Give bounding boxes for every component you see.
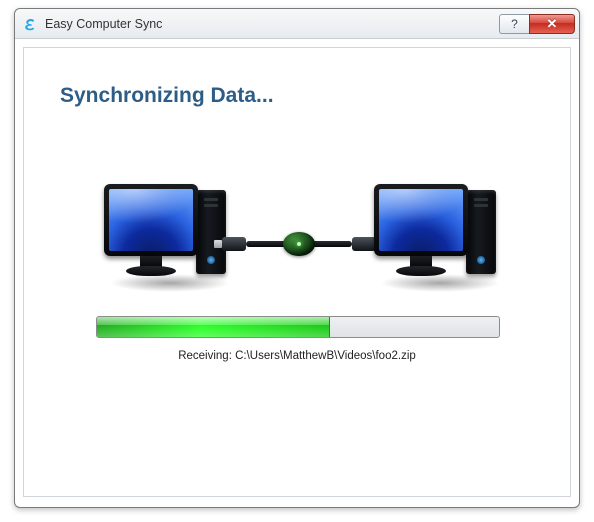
page-title: Synchronizing Data...	[60, 84, 274, 108]
titlebar: Easy Computer Sync ? ✕	[15, 9, 579, 39]
source-computer-icon	[104, 184, 224, 294]
titlebar-buttons: ? ✕	[499, 14, 575, 34]
client-area: Synchronizing Data...	[23, 47, 571, 497]
progress-bar	[96, 316, 500, 338]
progress-fill	[97, 317, 330, 337]
help-button[interactable]: ?	[499, 14, 529, 34]
status-text: Receiving: C:\Users\MatthewB\Videos\foo2…	[24, 350, 570, 362]
window-title: Easy Computer Sync	[45, 17, 499, 31]
target-computer-icon	[374, 184, 494, 294]
app-icon	[23, 16, 39, 32]
transfer-cable-icon	[222, 230, 376, 258]
status-prefix: Receiving:	[178, 350, 235, 362]
status-path: C:\Users\MatthewB\Videos\foo2.zip	[235, 350, 416, 362]
close-button[interactable]: ✕	[529, 14, 575, 34]
sync-illustration	[104, 174, 494, 304]
app-window: Easy Computer Sync ? ✕ Synchronizing Dat…	[14, 8, 580, 508]
